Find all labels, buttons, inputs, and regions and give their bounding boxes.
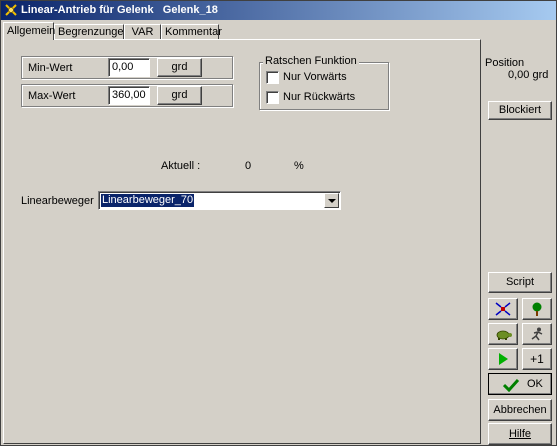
- play-icon: [499, 353, 508, 365]
- collapse-button[interactable]: [488, 298, 518, 320]
- tab-kommentar[interactable]: Kommentar: [161, 24, 222, 39]
- current-label: Aktuell :: [161, 160, 201, 172]
- max-unit-button[interactable]: grd: [157, 86, 202, 105]
- position-label: Position: [485, 57, 525, 69]
- play-button[interactable]: [488, 348, 518, 370]
- blocked-button[interactable]: Blockiert: [488, 101, 552, 120]
- backward-only-label[interactable]: Nur Rückwärts: [283, 91, 355, 103]
- joint-drive-icon: [5, 4, 17, 16]
- window-title: Linear-Antrieb für Gelenk Gelenk_18: [21, 4, 218, 16]
- min-value-label: Min-Wert: [28, 62, 73, 74]
- mover-dropdown[interactable]: Linearbeweger_70: [98, 191, 341, 210]
- forward-only-label[interactable]: Nur Vorwärts: [283, 71, 347, 83]
- chevron-down-icon[interactable]: [324, 193, 339, 208]
- max-value-label: Max-Wert: [28, 90, 76, 102]
- position-value: 0,00 grd: [508, 69, 549, 81]
- cancel-button[interactable]: Abbrechen: [488, 399, 552, 421]
- tab-panel-allgemein: Min-Wert 0,00 grd Max-Wert 360,00 grd Ra…: [3, 39, 481, 444]
- ratchet-groupbox: Ratschen Funktion Nur Vorwärts Nur Rückw…: [259, 55, 389, 110]
- ok-label: OK: [527, 378, 543, 390]
- checkmark-icon: [503, 378, 519, 392]
- ok-button[interactable]: OK: [488, 373, 552, 395]
- turtle-icon: [496, 330, 512, 340]
- title-bar[interactable]: Linear-Antrieb für Gelenk Gelenk_18: [1, 1, 556, 20]
- tab-begrenzungen[interactable]: Begrenzungen: [54, 24, 130, 39]
- slow-speed-button[interactable]: [488, 323, 518, 345]
- tab-allgemein[interactable]: Allgemein: [3, 22, 55, 40]
- current-value: 0: [245, 160, 252, 172]
- help-label: Hilfe: [508, 428, 531, 440]
- max-value-group: Max-Wert 360,00 grd: [21, 84, 233, 107]
- ratchet-group-title: Ratschen Funktion: [263, 55, 359, 67]
- script-button[interactable]: Script: [488, 272, 552, 293]
- mover-selected-value: Linearbeweger_70: [101, 194, 195, 207]
- current-unit: %: [294, 160, 304, 172]
- min-unit-button[interactable]: grd: [157, 58, 202, 77]
- min-value-group: Min-Wert 0,00 grd: [21, 56, 233, 79]
- collapse-arrows-icon: [495, 302, 511, 316]
- plus-one-button[interactable]: +1: [522, 348, 552, 370]
- tree-button[interactable]: [522, 298, 552, 320]
- forward-only-checkbox[interactable]: [266, 71, 279, 84]
- backward-only-checkbox[interactable]: [266, 91, 279, 104]
- tree-icon: [532, 302, 542, 316]
- mover-label: Linearbeweger: [21, 195, 94, 207]
- dialog-window: Linear-Antrieb für Gelenk Gelenk_18 Allg…: [0, 0, 557, 446]
- runner-icon: [531, 327, 543, 341]
- help-button[interactable]: Hilfe: [488, 423, 552, 445]
- fast-speed-button[interactable]: [522, 323, 552, 345]
- tab-var[interactable]: VAR: [124, 24, 161, 39]
- min-value-field[interactable]: 0,00: [108, 58, 150, 77]
- max-value-field[interactable]: 360,00: [108, 86, 150, 105]
